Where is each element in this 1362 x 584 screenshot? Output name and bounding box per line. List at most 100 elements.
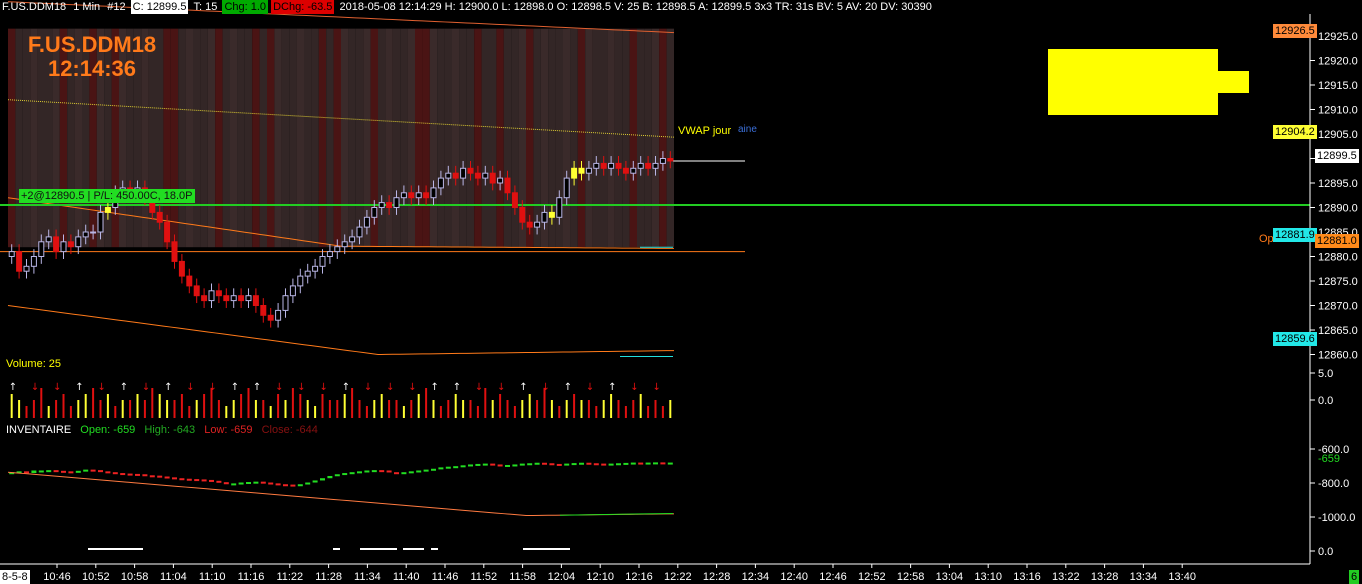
candle-body (445, 172, 452, 179)
time-tick-label: 12:22 (664, 571, 692, 583)
chart-window[interactable]: 12925.012920.012915.012910.012905.012900… (0, 0, 1362, 584)
candle-body (304, 270, 311, 277)
candle-body (8, 251, 15, 258)
time-tick-label: 10:46 (43, 571, 71, 583)
candle-body (215, 290, 222, 297)
time-tick-label: 11:46 (432, 571, 459, 583)
inventory-bar (505, 464, 510, 467)
inventory-bar (53, 470, 59, 473)
inventory-bar (201, 479, 207, 482)
vwap-suffix: aine (738, 124, 757, 135)
open-price-tag: 12881.0 (1315, 234, 1359, 248)
inventory-bar (653, 462, 658, 465)
inventory-bar (475, 463, 481, 466)
background-band (355, 28, 364, 248)
candle-body (563, 177, 570, 199)
price-tick-label: 12925.0 (1318, 31, 1358, 43)
inventory-bar (268, 482, 274, 485)
candle-body (652, 162, 659, 169)
position-label[interactable]: +2@12890.5 | P/L: 450.00C, 18.0P (19, 189, 195, 203)
inventory-bar (112, 472, 118, 475)
inventory-bar (564, 463, 570, 466)
volume-arrow: ↓ (275, 382, 283, 393)
candle-body (252, 295, 259, 307)
volume-arrow: ↑ (231, 382, 239, 393)
volume-arrow: ↑ (519, 382, 527, 393)
time-tick-label: 11:28 (315, 571, 342, 583)
inventory-bar (46, 470, 52, 473)
time-tick-label: 11:58 (509, 571, 536, 583)
inventory-bar (157, 475, 163, 478)
candle-body (356, 226, 363, 238)
candle-body (319, 256, 326, 267)
candle-body (519, 207, 526, 223)
inventory-bar (342, 473, 348, 476)
candle-body (548, 211, 555, 218)
inventory-bar (408, 471, 414, 474)
candle-body (489, 172, 496, 184)
inventory-bar (216, 480, 222, 483)
candle-body (393, 197, 400, 208)
inventory-bar (379, 470, 385, 473)
time-tick-label: 11:34 (354, 571, 381, 583)
daily-change-value: DChg: -63.5 (271, 0, 335, 14)
inventory-bar (490, 463, 496, 466)
inventory-bar (586, 462, 592, 465)
price-chart[interactable]: 12925.012920.012915.012910.012905.012900… (0, 0, 1362, 584)
depth-highlight (1048, 49, 1218, 115)
inventory-bar (394, 472, 399, 475)
inventory-bar (38, 470, 44, 473)
lower-band-tag: 12881.9 (1273, 228, 1317, 242)
background-band (304, 28, 312, 248)
inventory-average-line (7, 471, 675, 517)
inventory-bar (401, 472, 407, 475)
inventory-open: Open: -659 (80, 424, 136, 436)
inventory-bar (164, 476, 170, 479)
volume-arrow: ↓ (186, 382, 194, 393)
candle-body (556, 197, 563, 218)
overlay-symbol: F.US.DDM18 (27, 32, 157, 57)
inventory-bar (320, 478, 325, 481)
candle-body (171, 241, 178, 262)
vwap-label: VWAP jour (678, 125, 732, 137)
candle-body (326, 251, 333, 258)
time-tick-label: 11:16 (238, 571, 265, 583)
candle-body (193, 285, 200, 297)
time-tick-label: 11:22 (276, 571, 303, 583)
inventory-bar (638, 462, 644, 465)
candle-body (334, 246, 341, 253)
time-tick-label: 11:10 (199, 571, 226, 583)
inventory-bar (290, 484, 296, 487)
inventory-bar (179, 478, 185, 481)
background-band (222, 28, 230, 248)
background-band (452, 28, 460, 248)
background-band (474, 28, 482, 248)
inventory-bar (223, 482, 229, 485)
candle-body (97, 211, 104, 233)
candle-body (571, 167, 578, 179)
volume-arrow: ↓ (98, 382, 106, 393)
candle-body (289, 285, 296, 297)
background-band (207, 28, 216, 248)
background-band (422, 28, 430, 248)
background-band (444, 28, 452, 248)
last-price-tag: 12899.5 (1315, 149, 1359, 163)
inventory-bar (75, 470, 81, 473)
price-tick-label: 12890.0 (1318, 203, 1358, 215)
background-band (326, 28, 334, 248)
inventory-bar (542, 462, 547, 465)
background-band (244, 28, 253, 248)
price-tick-label: 12870.0 (1318, 301, 1358, 313)
inventory-bar (549, 463, 555, 466)
volume-arrow: ↓ (586, 382, 594, 393)
background-band (15, 28, 23, 248)
background-band (614, 28, 623, 248)
volume-arrow: ↓ (320, 382, 328, 393)
candle-body (504, 177, 511, 194)
price-tick-label: 12920.0 (1318, 56, 1358, 68)
background-band (481, 28, 489, 248)
inventory-bar (593, 463, 599, 466)
candle-body (482, 172, 489, 179)
time-tick-label: 12:04 (548, 571, 576, 583)
candle-body (630, 167, 637, 174)
